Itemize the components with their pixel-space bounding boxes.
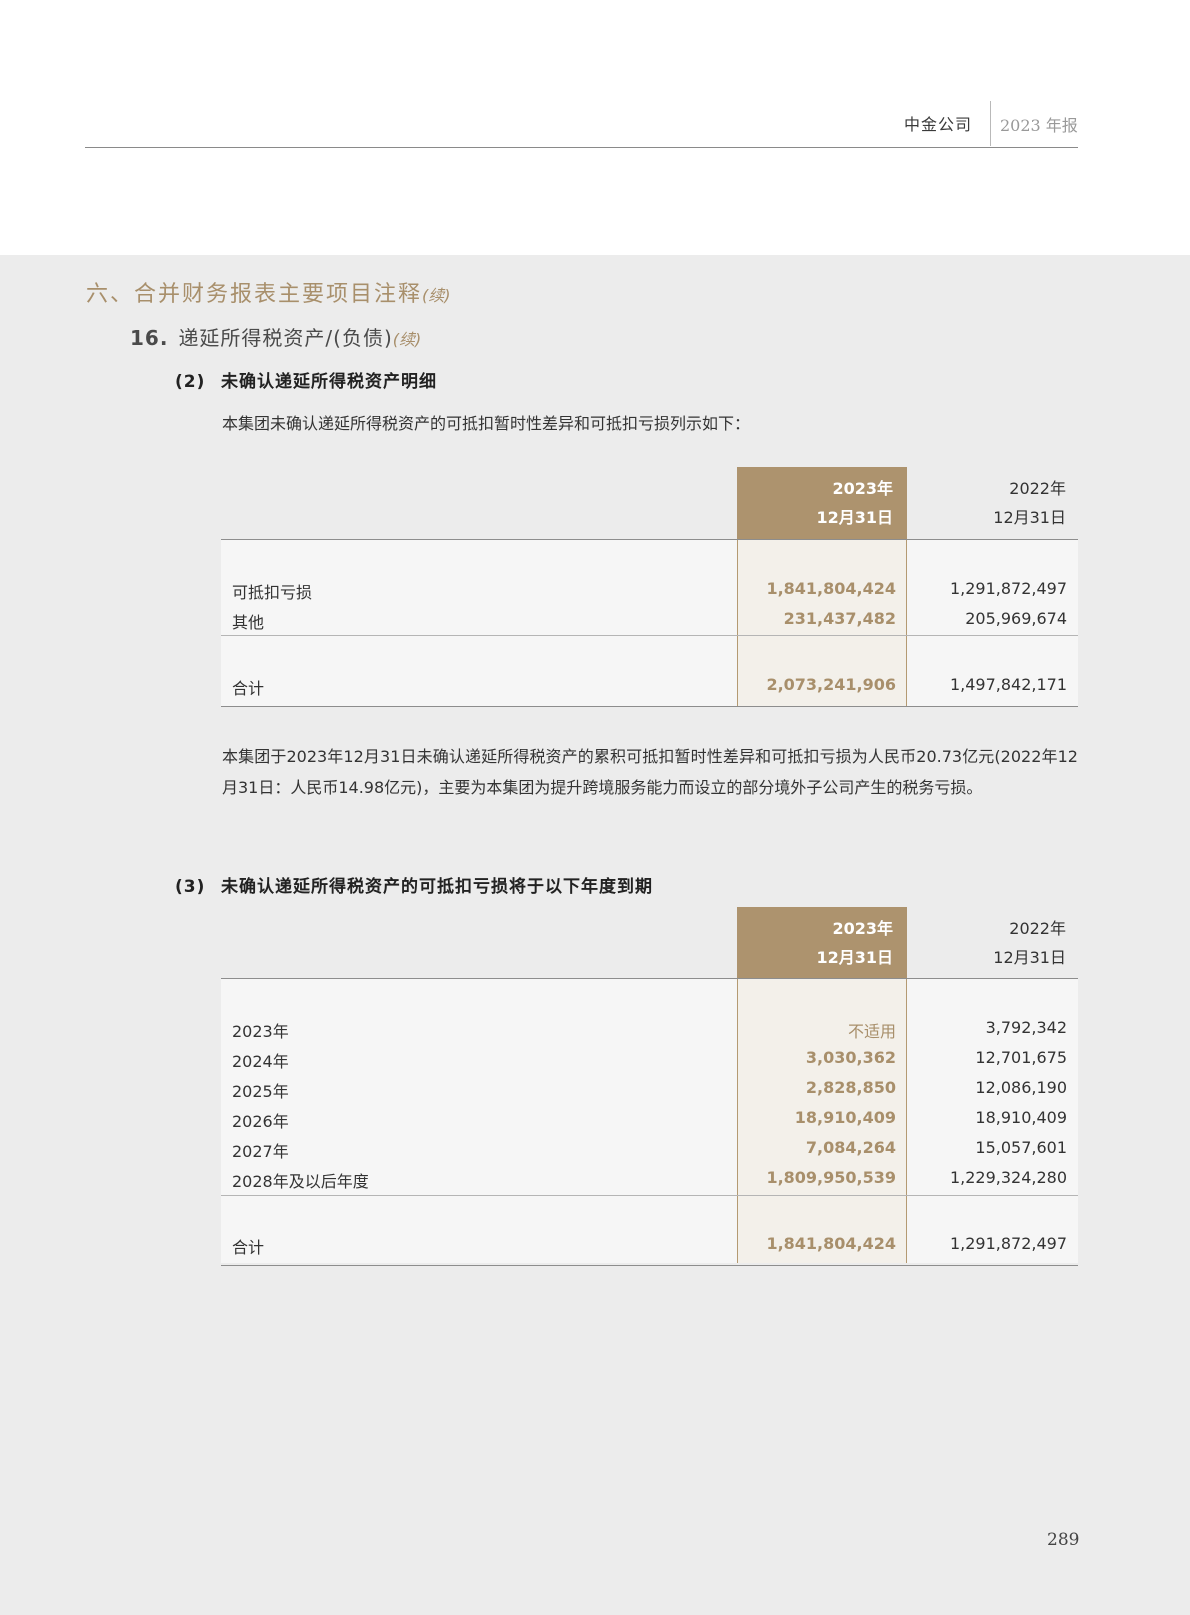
table-total-row: 合计 2,073,241,906 1,497,842,171 — [232, 675, 1067, 698]
table-row: 其他 231,437,482 205,969,674 — [232, 609, 1067, 632]
header-divider — [990, 101, 991, 146]
subtotal-rule — [221, 1195, 1078, 1196]
table-total-row: 合计 1,841,804,424 1,291,872,497 — [232, 1234, 1067, 1257]
header-2023: 2023年 12月31日 — [737, 467, 907, 539]
header-rule — [85, 147, 1078, 148]
table-loss-expiry: 2023年 12月31日 2022年 12月31日 2023年 不适用 3,79… — [221, 907, 1078, 1267]
table-bottom-rule — [221, 706, 1078, 707]
section-title: 六、合并财务报表主要项目注释(续) — [86, 282, 451, 307]
page-number: 289 — [1047, 1530, 1080, 1550]
item-2-intro: 本集团未确认递延所得税资产的可抵扣暂时性差异和可抵扣亏损列示如下： — [222, 414, 751, 433]
table-row: 2027年 7,084,264 15,057,601 — [232, 1138, 1067, 1161]
table-row: 2024年 3,030,362 12,701,675 — [232, 1048, 1067, 1071]
table-unrecognized-dta: 2023年 12月31日 2022年 12月31日 可抵扣亏损 1,841,80… — [221, 467, 1078, 707]
header-company: 中金公司 — [903, 115, 972, 134]
header-2022: 2022年 12月31日 — [993, 479, 1066, 527]
table-row: 2025年 2,828,850 12,086,190 — [232, 1078, 1067, 1101]
table-row: 2026年 18,910,409 18,910,409 — [232, 1108, 1067, 1131]
header-2022: 2022年 12月31日 — [993, 919, 1066, 967]
table-bottom-rule — [221, 1265, 1078, 1266]
table-row: 2028年及以后年度 1,809,950,539 1,229,324,280 — [232, 1168, 1067, 1191]
subsection-continued: (续) — [392, 330, 422, 349]
item-3-heading: (3) 未确认递延所得税资产的可抵扣亏损将于以下年度到期 — [175, 877, 653, 897]
header-2023: 2023年 12月31日 — [737, 907, 907, 979]
item-2-heading: (2) 未确认递延所得税资产明细 — [175, 372, 437, 392]
table-row: 2023年 不适用 3,792,342 — [232, 1018, 1067, 1041]
subtotal-rule — [221, 635, 1078, 636]
section-continued: (续) — [422, 286, 451, 305]
table-row: 可抵扣亏损 1,841,804,424 1,291,872,497 — [232, 579, 1067, 602]
header-report-title: 2023 年报 — [1000, 116, 1078, 135]
subsection-title: 16. 递延所得税资产/(负债)(续) — [130, 326, 422, 350]
subsection-number: 16. — [130, 326, 169, 350]
item-2-note: 本集团于2023年12月31日未确认递延所得税资产的累积可抵扣暂时性差异和可抵扣… — [222, 747, 1078, 797]
